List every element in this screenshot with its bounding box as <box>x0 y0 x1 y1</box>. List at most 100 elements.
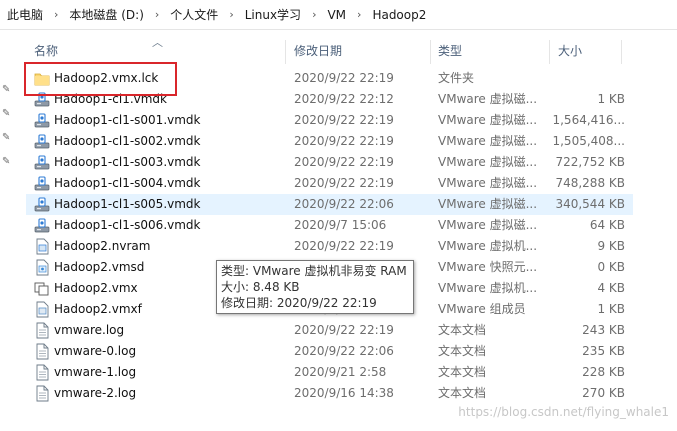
highlight-annotation <box>24 62 177 96</box>
file-type: VMware 虚拟磁... <box>438 197 538 211</box>
vmxf-icon <box>34 301 50 318</box>
pin-icon[interactable]: ✎ <box>2 132 10 143</box>
file-size: 1,505,408... <box>552 134 625 148</box>
file-row[interactable]: Hadoop1-cl1-s005.vmdk 2020/9/22 22:06 VMwa… <box>26 194 633 215</box>
file-row[interactable]: vmware.log 2020/9/22 22:19 文本文档 243 KB <box>26 320 633 341</box>
file-type: VMware 虚拟机... <box>438 281 538 295</box>
file-type: VMware 虚拟磁... <box>438 155 538 169</box>
vmdk-icon <box>34 154 50 171</box>
column-divider[interactable] <box>430 40 431 64</box>
file-name: Hadoop1-cl1-s003.vmdk <box>54 155 201 169</box>
file-row[interactable]: vmware-1.log 2020/9/21 2:58 文本文档 228 KB <box>26 362 633 383</box>
sort-up-icon: ︿ <box>152 36 163 49</box>
file-date: 2020/9/22 22:19 <box>294 176 394 190</box>
file-name: vmware-1.log <box>54 365 137 379</box>
file-row[interactable]: Hadoop2.nvram 2020/9/22 22:19 VMware 虚拟机..… <box>26 236 633 257</box>
file-size: 722,752 KB <box>555 155 625 169</box>
file-type: 文本文档 <box>438 365 487 379</box>
file-row[interactable]: Hadoop1-cl1-s002.vmdk 2020/9/22 22:19 VMwa… <box>26 131 633 152</box>
column-size-header[interactable]: 大小 <box>558 38 582 64</box>
vmdk-icon <box>34 112 50 129</box>
file-name: Hadoop1-cl1-s006.vmdk <box>54 218 201 232</box>
log-icon <box>34 385 50 402</box>
log-icon <box>34 343 50 360</box>
file-date: 2020/9/22 22:12 <box>294 92 394 106</box>
column-divider[interactable] <box>549 40 550 64</box>
file-type: 文件夹 <box>438 71 475 85</box>
chevron-right-icon[interactable]: › <box>348 8 370 21</box>
file-size: 0 KB <box>597 260 625 274</box>
nvram-icon <box>34 238 50 255</box>
pin-icon[interactable]: ✎ <box>2 84 10 95</box>
file-tooltip: 类型: VMware 虚拟机非易变 RAM 大小: 8.48 KB 修改日期: … <box>216 260 414 314</box>
file-name: Hadoop1-cl1-s002.vmdk <box>54 134 201 148</box>
file-type: 文本文档 <box>438 386 487 400</box>
file-row[interactable]: vmware-2.log 2020/9/16 14:38 文本文档 270 KB <box>26 383 633 404</box>
tooltip-type: 类型: VMware 虚拟机非易变 RAM <box>221 264 407 278</box>
breadcrumb-item[interactable]: 此电脑 <box>5 6 45 23</box>
watermark: https://blog.csdn.net/flying_whale1 <box>458 405 669 419</box>
breadcrumb: 此电脑 › 本地磁盘 (D:) › 个人文件 › Linux学习 › VM › … <box>0 0 677 30</box>
file-name: vmware-0.log <box>54 344 137 358</box>
file-date: 2020/9/22 22:19 <box>294 113 394 127</box>
column-divider[interactable] <box>285 40 286 64</box>
chevron-right-icon[interactable]: › <box>220 8 242 21</box>
file-row[interactable]: vmware-0.log 2020/9/22 22:06 文本文档 235 KB <box>26 341 633 362</box>
file-type: VMware 虚拟磁... <box>438 176 538 190</box>
file-type: VMware 虚拟机... <box>438 239 538 253</box>
file-type: 文本文档 <box>438 344 487 358</box>
pin-icon[interactable]: ✎ <box>2 108 10 119</box>
file-size: 64 KB <box>589 218 625 232</box>
file-date: 2020/9/7 15:06 <box>294 218 387 232</box>
log-icon <box>34 322 50 339</box>
file-size: 235 KB <box>582 344 625 358</box>
file-row[interactable]: Hadoop1-cl1-s001.vmdk 2020/9/22 22:19 VMwa… <box>26 110 633 131</box>
column-name-header[interactable]: 名称 <box>34 38 58 64</box>
file-size: 1 KB <box>597 302 625 316</box>
breadcrumb-item[interactable]: 本地磁盘 (D:) <box>67 6 145 23</box>
vmdk-icon <box>34 217 50 234</box>
quick-access-pins: ✎ ✎ ✎ ✎ <box>0 38 14 431</box>
file-type: VMware 虚拟磁... <box>438 218 538 232</box>
chevron-right-icon[interactable]: › <box>45 8 67 21</box>
file-name: Hadoop1-cl1-s004.vmdk <box>54 176 201 190</box>
column-date-header[interactable]: 修改日期 <box>294 38 342 64</box>
file-size: 340,544 KB <box>555 197 625 211</box>
file-date: 2020/9/22 22:19 <box>294 134 394 148</box>
vmdk-icon <box>34 196 50 213</box>
chevron-right-icon[interactable]: › <box>303 8 325 21</box>
file-name: vmware-2.log <box>54 386 137 400</box>
tooltip-date: 修改日期: 2020/9/22 22:19 <box>221 296 377 310</box>
file-type: VMware 虚拟磁... <box>438 113 538 127</box>
vmdk-icon <box>34 175 50 192</box>
breadcrumb-item[interactable]: 个人文件 <box>168 6 220 23</box>
file-row[interactable]: Hadoop1-cl1-s003.vmdk 2020/9/22 22:19 VMwa… <box>26 152 633 173</box>
file-size: 4 KB <box>597 281 625 295</box>
file-name: Hadoop1-cl1-s005.vmdk <box>54 197 201 211</box>
file-type: VMware 虚拟磁... <box>438 134 538 148</box>
breadcrumb-item[interactable]: Hadoop2 <box>370 8 428 22</box>
file-type: VMware 虚拟磁... <box>438 92 538 106</box>
pin-icon[interactable]: ✎ <box>2 156 10 167</box>
file-row[interactable]: Hadoop1-cl1-s004.vmdk 2020/9/22 22:19 VMwa… <box>26 173 633 194</box>
column-divider[interactable] <box>621 40 622 64</box>
file-size: 9 KB <box>597 239 625 253</box>
vmdk-icon <box>34 133 50 150</box>
file-size: 1,564,416... <box>552 113 625 127</box>
file-date: 2020/9/22 22:19 <box>294 155 394 169</box>
file-size <box>550 68 625 89</box>
breadcrumb-item[interactable]: VM <box>325 8 348 22</box>
file-date: 2020/9/21 2:58 <box>294 365 387 379</box>
file-date: 2020/9/22 22:06 <box>294 344 394 358</box>
column-header: ︿ 名称 修改日期 类型 大小 <box>22 36 637 64</box>
file-size: 270 KB <box>582 386 625 400</box>
file-date: 2020/9/22 22:19 <box>294 239 394 253</box>
file-type: 文本文档 <box>438 323 487 337</box>
chevron-right-icon[interactable]: › <box>146 8 168 21</box>
file-row[interactable]: Hadoop1-cl1-s006.vmdk 2020/9/7 15:06 VMwar… <box>26 215 633 236</box>
file-date: 2020/9/22 22:19 <box>294 323 394 337</box>
breadcrumb-item[interactable]: Linux学习 <box>243 6 303 23</box>
file-name: vmware.log <box>54 323 125 337</box>
column-type-header[interactable]: 类型 <box>438 38 462 64</box>
tooltip-size: 大小: 8.48 KB <box>221 280 300 294</box>
